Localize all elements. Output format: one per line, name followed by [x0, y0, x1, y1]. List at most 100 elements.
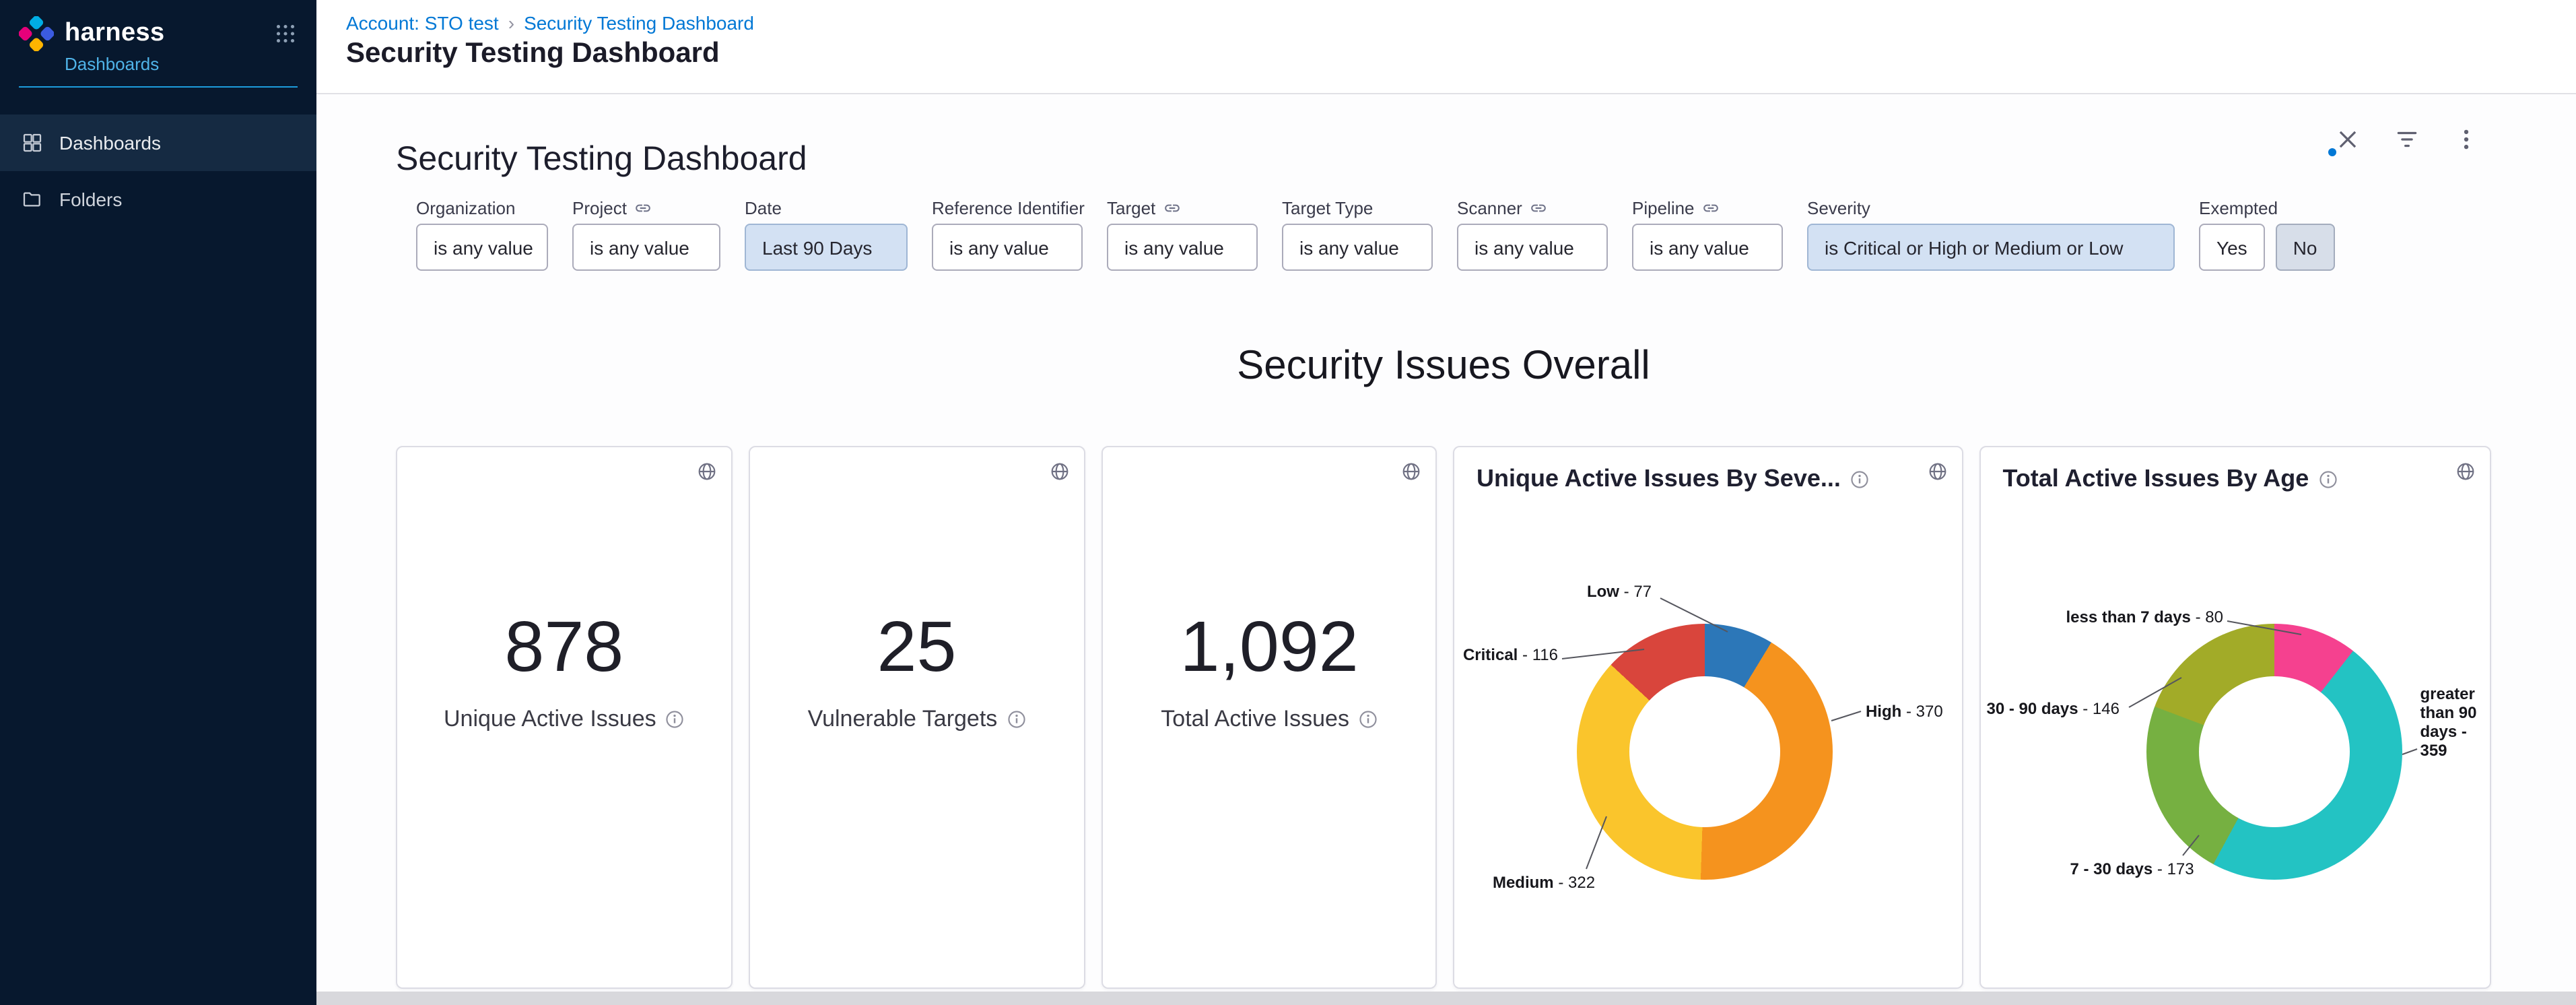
link-icon [635, 199, 652, 217]
globe-icon[interactable] [696, 461, 718, 482]
filter-value-scanner[interactable]: is any value [1457, 224, 1608, 271]
filter-label: Target Type [1282, 198, 1373, 218]
link-icon [1703, 199, 1720, 217]
kebab-menu-icon[interactable] [2453, 127, 2479, 152]
age-donut[interactable] [2146, 624, 2402, 880]
filter-date: Date Last 90 Days [745, 198, 908, 271]
filter-value-target-type[interactable]: is any value [1282, 224, 1433, 271]
filter-label: Scanner [1457, 198, 1522, 218]
slice-label-critical: Critical - 116 [1463, 645, 1558, 664]
tile-issues-by-age: Total Active Issues By Age [1979, 446, 2491, 989]
filter-label: Project [572, 198, 627, 218]
filter-icon[interactable] [2394, 127, 2420, 152]
stat-value: 25 [750, 609, 1084, 687]
globe-icon[interactable] [1927, 461, 1948, 482]
chart-title: Unique Active Issues By Seve... [1477, 465, 1841, 493]
filter-bar: Organization is any value Project is any… [396, 198, 2491, 271]
module-label: Dashboards [65, 54, 298, 74]
filter-scanner: Scanner is any value [1457, 198, 1608, 271]
close-icon[interactable] [2335, 127, 2361, 152]
filter-label: Organization [416, 198, 515, 218]
notification-dot [2328, 148, 2336, 156]
filter-value-reference-identifier[interactable]: is any value [932, 224, 1083, 271]
donut-chart-severity: Low - 77 Critical - 116 High - 370 Mediu… [1455, 447, 1963, 987]
info-icon[interactable] [1007, 710, 1025, 729]
tile-unique-active-issues: 878 Unique Active Issues [396, 446, 733, 989]
globe-icon[interactable] [1401, 461, 1423, 482]
info-icon[interactable] [2318, 469, 2337, 488]
breadcrumb: Account: STO test › Security Testing Das… [346, 12, 2576, 34]
slice-label-greater-than-90-days: greater than 90 days - 359 [2420, 684, 2482, 760]
filter-label: Date [745, 198, 782, 218]
dashboard-toolbar [2335, 127, 2479, 152]
filter-label: Target [1107, 198, 1155, 218]
filter-value-date[interactable]: Last 90 Days [745, 224, 908, 271]
harness-logo-icon[interactable] [19, 16, 54, 51]
breadcrumb-separator: › [508, 12, 514, 34]
link-icon [1163, 199, 1181, 217]
sidebar-item-dashboards[interactable]: Dashboards [0, 115, 316, 171]
dashboards-grid-icon [22, 132, 43, 154]
filter-project: Project is any value [572, 198, 720, 271]
breadcrumb-page-link[interactable]: Security Testing Dashboard [524, 12, 754, 34]
page-header: Account: STO test › Security Testing Das… [316, 0, 2576, 94]
info-icon[interactable] [1359, 710, 1378, 729]
globe-icon[interactable] [2455, 461, 2476, 482]
filter-target: Target is any value [1107, 198, 1258, 271]
sidebar-nav: Dashboards Folders [0, 115, 316, 228]
breadcrumb-account-link[interactable]: Account: STO test [346, 12, 499, 34]
tile-total-active-issues: 1,092 Total Active Issues [1101, 446, 1437, 989]
slice-label-low: Low - 77 [1587, 582, 1652, 601]
module-grid-icon[interactable] [273, 22, 298, 46]
sidebar: harness Dashboards [0, 0, 316, 1005]
dashboard-title: Security Testing Dashboard [396, 140, 2491, 179]
filter-value-target[interactable]: is any value [1107, 224, 1258, 271]
chart-title: Total Active Issues By Age [2002, 465, 2309, 493]
stat-label: Vulnerable Targets [808, 706, 998, 733]
filter-label: Reference Identifier [932, 198, 1085, 218]
filter-label: Exempted [2199, 198, 2278, 218]
sidebar-item-folders[interactable]: Folders [0, 171, 316, 228]
filter-value-severity[interactable]: is Critical or High or Medium or Low [1807, 224, 2175, 271]
severity-donut[interactable] [1578, 624, 1833, 880]
bottom-strip [316, 992, 2576, 1005]
filter-exempted: Exempted Yes No [2199, 198, 2335, 271]
donut-hole [1630, 676, 1781, 827]
sidebar-header: harness Dashboards [0, 0, 316, 88]
brand-wordmark: harness [65, 19, 165, 48]
sidebar-item-label: Folders [59, 189, 122, 210]
info-icon[interactable] [666, 710, 685, 729]
harness-app: harness Dashboards [0, 0, 2576, 1005]
page-title: Security Testing Dashboard [346, 38, 2576, 70]
exempted-no-button[interactable]: No [2276, 224, 2335, 271]
donut-chart-age: less than 7 days - 80 30 - 90 days - 146… [1981, 447, 2490, 987]
sidebar-item-label: Dashboards [59, 132, 161, 154]
stat-value: 878 [397, 609, 731, 687]
sidebar-divider [19, 86, 298, 88]
slice-label-medium: Medium - 322 [1493, 873, 1595, 892]
filter-organization: Organization is any value [416, 198, 548, 271]
filter-severity: Severity is Critical or High or Medium o… [1807, 198, 2175, 271]
dashboard-panel: Security Testing Dashboard Organization … [316, 94, 2576, 992]
dashboard-tiles: 878 Unique Active Issues 25 Vulnerable T… [396, 446, 2491, 989]
globe-icon[interactable] [1048, 461, 1070, 482]
filter-pipeline: Pipeline is any value [1632, 198, 1783, 271]
info-icon[interactable] [1850, 469, 1869, 488]
folder-icon [22, 189, 43, 210]
main-area: Account: STO test › Security Testing Das… [316, 0, 2576, 1005]
filter-reference-identifier: Reference Identifier is any value [932, 198, 1083, 271]
slice-label-less-than-7-days: less than 7 days - 80 [2066, 608, 2223, 626]
filter-value-project[interactable]: is any value [572, 224, 720, 271]
stat-label: Total Active Issues [1161, 706, 1349, 733]
stat-label: Unique Active Issues [444, 706, 656, 733]
slice-label-7-30-days: 7 - 30 days - 173 [2070, 860, 2194, 878]
filter-value-pipeline[interactable]: is any value [1632, 224, 1783, 271]
section-title: Security Issues Overall [396, 344, 2491, 389]
exempted-yes-button[interactable]: Yes [2199, 224, 2265, 271]
slice-label-30-90-days: 30 - 90 days - 146 [1986, 699, 2120, 718]
stat-value: 1,092 [1102, 609, 1436, 687]
slice-label-high: High - 370 [1866, 702, 1943, 721]
filter-value-organization[interactable]: is any value [416, 224, 548, 271]
filter-target-type: Target Type is any value [1282, 198, 1433, 271]
donut-hole [2199, 676, 2350, 827]
